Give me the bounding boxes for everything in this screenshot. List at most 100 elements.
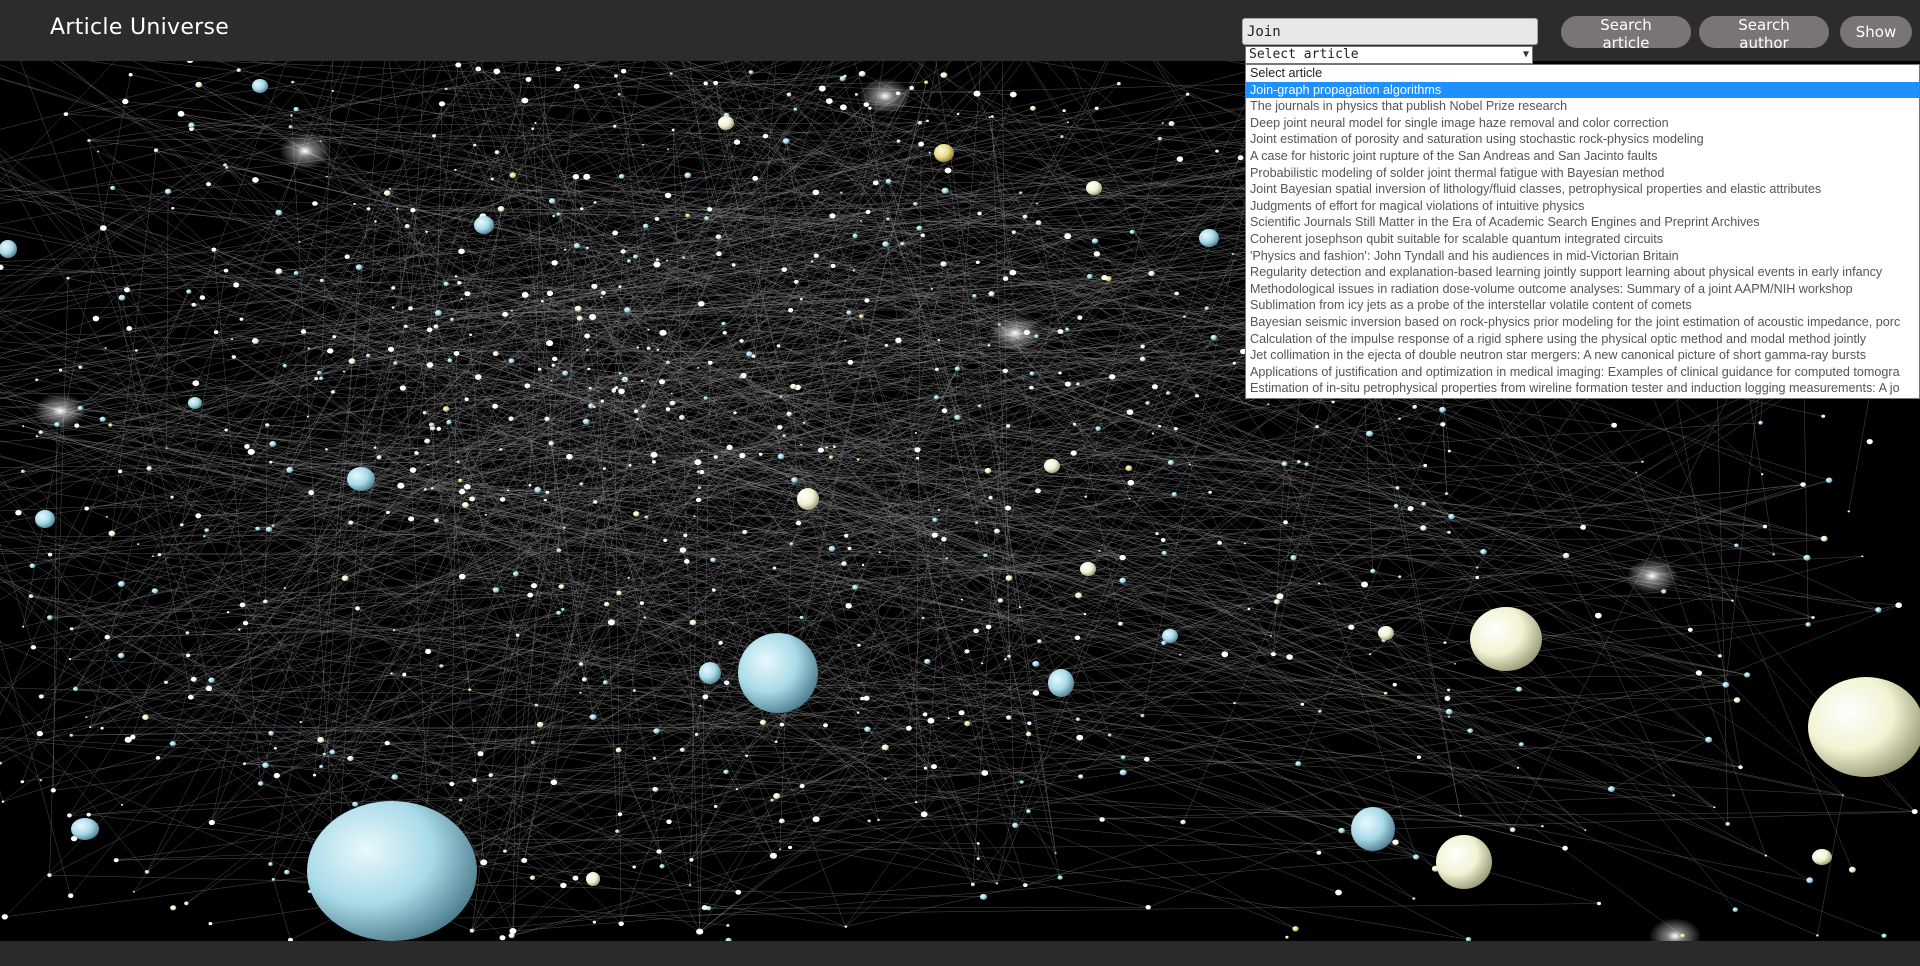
article-node[interactable] (54, 422, 60, 427)
article-node[interactable] (331, 90, 335, 92)
article-node[interactable] (73, 686, 79, 692)
article-node[interactable] (284, 869, 290, 875)
article-node[interactable] (1594, 612, 1602, 619)
article-node[interactable] (1243, 542, 1246, 545)
article-node[interactable] (1366, 430, 1374, 437)
article-node[interactable] (656, 849, 662, 854)
article-node[interactable] (104, 347, 107, 349)
article-node[interactable] (1019, 780, 1024, 784)
article-node[interactable] (584, 333, 590, 339)
article-node[interactable] (1075, 592, 1083, 599)
article-node[interactable] (988, 116, 991, 119)
article-node[interactable] (779, 818, 785, 824)
article-node[interactable] (1439, 406, 1446, 413)
article-node[interactable] (67, 813, 72, 818)
dropdown-option[interactable]: Calculation of the impulse response of a… (1246, 331, 1919, 348)
article-node-large[interactable] (1351, 807, 1395, 851)
article-node[interactable] (105, 515, 108, 518)
article-node-large[interactable] (699, 662, 721, 684)
article-node[interactable] (624, 307, 631, 313)
article-node[interactable] (947, 717, 950, 720)
article-node[interactable] (572, 174, 580, 180)
article-node[interactable] (317, 736, 325, 743)
article-node[interactable] (604, 601, 610, 607)
article-node[interactable] (151, 588, 159, 594)
article-node[interactable] (1237, 155, 1244, 161)
article-node[interactable] (579, 482, 584, 486)
article-node[interactable] (699, 705, 702, 707)
article-node[interactable] (484, 513, 487, 516)
article-node[interactable] (1116, 82, 1121, 86)
dropdown-option[interactable]: The journals in physics that publish Nob… (1246, 98, 1919, 115)
article-node[interactable] (180, 523, 184, 527)
article-node[interactable] (236, 68, 241, 72)
article-node[interactable] (1078, 774, 1084, 779)
article-node[interactable] (353, 202, 356, 205)
article-node[interactable] (1476, 566, 1479, 569)
article-node[interactable] (30, 645, 36, 650)
article-node[interactable] (975, 260, 980, 264)
article-node[interactable] (1171, 492, 1177, 497)
article-node[interactable] (593, 500, 598, 504)
dropdown-option[interactable]: Applications of justification and optimi… (1246, 364, 1919, 381)
article-node[interactable] (1004, 658, 1007, 661)
article-node[interactable] (1761, 473, 1764, 476)
article-node[interactable] (1011, 230, 1017, 235)
article-node[interactable] (1035, 488, 1041, 494)
article-node[interactable] (108, 423, 113, 427)
article-node[interactable] (211, 247, 217, 252)
article-node[interactable] (666, 148, 670, 151)
article-node[interactable] (857, 643, 861, 647)
article-node[interactable] (846, 310, 852, 315)
article-node[interactable] (802, 421, 806, 425)
article-node[interactable] (689, 619, 697, 626)
article-node[interactable] (640, 379, 644, 382)
article-node[interactable] (282, 364, 287, 368)
article-node[interactable] (1270, 635, 1272, 637)
dropdown-option[interactable]: Judgments of effort for magical violatio… (1246, 198, 1919, 215)
article-node-large[interactable] (1199, 229, 1219, 247)
article-node[interactable] (477, 751, 484, 757)
article-node[interactable] (896, 139, 901, 143)
article-node[interactable] (944, 167, 952, 174)
article-node[interactable] (679, 415, 685, 420)
article-node[interactable] (35, 435, 39, 438)
article-node[interactable] (288, 125, 293, 129)
article-node[interactable] (702, 694, 709, 700)
article-node[interactable] (778, 848, 782, 851)
article-node[interactable] (22, 425, 25, 428)
article-node[interactable] (1099, 817, 1105, 822)
article-node[interactable] (759, 719, 767, 726)
article-node[interactable] (275, 268, 283, 275)
article-node[interactable] (170, 495, 174, 499)
article-node[interactable] (1127, 479, 1135, 486)
article-node[interactable] (713, 80, 719, 86)
article-node[interactable] (128, 73, 133, 77)
article-node[interactable] (534, 703, 539, 707)
article-node[interactable] (782, 434, 787, 438)
search-article-button[interactable]: Search article (1561, 16, 1691, 52)
article-node[interactable] (47, 615, 53, 620)
dropdown-option[interactable]: Scientific Journals Still Matter in the … (1246, 214, 1919, 231)
article-node[interactable] (602, 467, 607, 471)
article-node[interactable] (1316, 850, 1322, 855)
article-node[interactable] (1070, 450, 1077, 456)
article-node[interactable] (701, 905, 708, 911)
article-node[interactable] (490, 177, 494, 181)
article-node[interactable] (844, 339, 847, 342)
article-node[interactable] (551, 260, 558, 266)
article-node[interactable] (647, 328, 650, 331)
article-node[interactable] (1331, 400, 1335, 404)
article-node[interactable] (1285, 935, 1289, 939)
article-node[interactable] (1151, 432, 1154, 435)
article-node[interactable] (480, 859, 488, 866)
article-node[interactable] (457, 281, 462, 285)
article-node[interactable] (576, 315, 583, 321)
article-node[interactable] (1098, 550, 1101, 552)
article-node[interactable] (641, 404, 647, 409)
article-node[interactable] (446, 419, 452, 425)
article-node[interactable] (1139, 356, 1146, 362)
article-node[interactable] (192, 380, 200, 387)
article-node[interactable] (38, 430, 44, 435)
article-node[interactable] (1475, 575, 1480, 580)
